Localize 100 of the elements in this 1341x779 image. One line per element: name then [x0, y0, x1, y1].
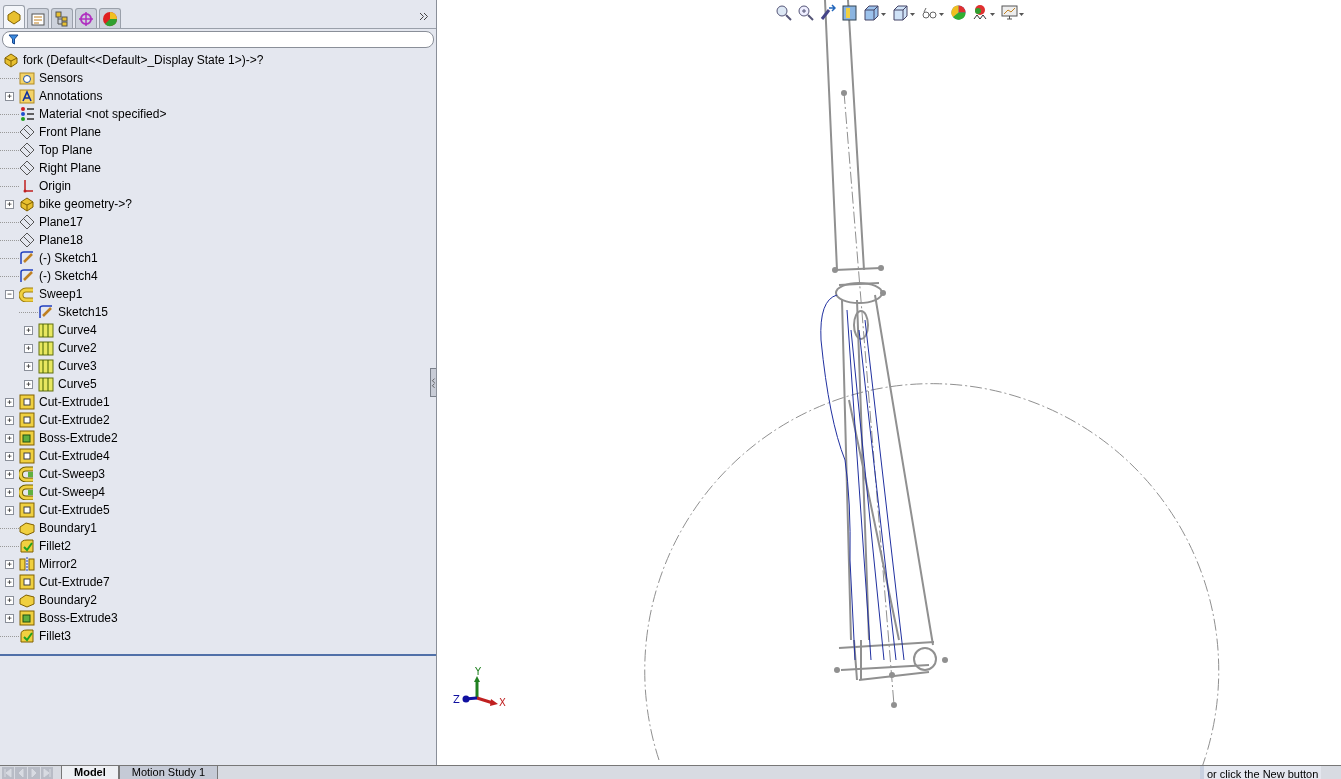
tree-item[interactable]: (-) Sketch1: [39, 251, 98, 265]
tree-item[interactable]: Boss-Extrude3: [39, 611, 118, 625]
tree-item[interactable]: Right Plane: [39, 161, 102, 175]
tree-item[interactable]: Boundary2: [39, 593, 98, 607]
part-icon: [3, 52, 19, 68]
tree-item[interactable]: Fillet2: [39, 539, 71, 553]
tree-item[interactable]: Plane18: [39, 233, 84, 247]
tree-item[interactable]: Sketch15: [58, 305, 109, 319]
tree-item[interactable]: Curve5: [58, 377, 97, 391]
expand-icon[interactable]: [5, 415, 14, 425]
tree-item[interactable]: Cut-Extrude1: [39, 395, 110, 409]
display-style-icon[interactable]: [892, 4, 916, 21]
tree-item[interactable]: Cut-Extrude5: [39, 503, 110, 517]
expand-icon[interactable]: [5, 613, 14, 623]
expand-icon[interactable]: [24, 325, 33, 335]
tree-item[interactable]: (-) Sketch4: [39, 269, 98, 283]
z-axis-label: Z: [453, 694, 460, 705]
sketch-icon: [19, 268, 35, 284]
tree-item[interactable]: Cut-Extrude7: [39, 575, 110, 589]
tree-item[interactable]: Cut-Sweep4: [39, 485, 106, 499]
boss-extrude-icon: [19, 610, 35, 626]
expand-icon[interactable]: [5, 577, 14, 587]
zoom-area-icon[interactable]: [797, 4, 814, 21]
scene-icon[interactable]: [972, 4, 996, 21]
tree-item[interactable]: Boss-Extrude2: [39, 431, 118, 445]
tree-item[interactable]: fork (Default<<Default>_Display State 1>)->?: [23, 53, 264, 67]
view-orientation-icon[interactable]: [863, 4, 887, 21]
tree-item[interactable]: Cut-Sweep3: [39, 467, 106, 481]
cut-extrude-icon: [19, 394, 35, 410]
expand-icon[interactable]: [5, 595, 14, 605]
mirror-icon: [19, 556, 35, 572]
section-view-icon[interactable]: [841, 4, 858, 21]
tree-item[interactable]: Origin: [39, 179, 71, 193]
plane-icon: [19, 124, 35, 140]
cut-extrude-icon: [19, 448, 35, 464]
expand-icon[interactable]: [5, 199, 14, 209]
chevron-icon[interactable]: [419, 11, 429, 21]
cut-extrude-icon: [19, 502, 35, 518]
tree-item[interactable]: Cut-Extrude2: [39, 413, 110, 427]
feature-manager-icon: [6, 9, 22, 25]
expand-icon[interactable]: [5, 469, 14, 479]
panel-tab[interactable]: [99, 8, 121, 28]
tree-item[interactable]: Sweep1: [39, 287, 83, 301]
tooltip-text: or click the New button: [1200, 766, 1322, 779]
zoom-to-fit-icon[interactable]: [775, 4, 792, 21]
curve-icon: [38, 322, 54, 338]
expand-icon[interactable]: [5, 451, 14, 461]
tree-item[interactable]: Fillet3: [39, 629, 71, 643]
filter-icon: [8, 34, 19, 45]
annotations-icon: [19, 88, 35, 104]
filter-field[interactable]: [2, 31, 434, 48]
tree-item[interactable]: Front Plane: [39, 125, 102, 139]
sweep-icon: [19, 286, 35, 302]
configuration-manager-icon: [54, 10, 70, 27]
expand-icon[interactable]: [5, 559, 14, 569]
collapse-icon[interactable]: [5, 289, 14, 299]
fillet-icon: [19, 628, 35, 644]
fillet-icon: [19, 538, 35, 554]
sketch-icon: [38, 304, 54, 320]
tree-item[interactable]: Cut-Extrude4: [39, 449, 110, 463]
bottom-tab[interactable]: Model: [61, 766, 119, 779]
tree-item[interactable]: bike geometry->?: [39, 197, 133, 211]
tree-item[interactable]: Annotations: [39, 89, 103, 103]
tree-item[interactable]: Curve4: [58, 323, 97, 337]
panel-tab[interactable]: [51, 8, 73, 28]
curve-icon: [38, 340, 54, 356]
expand-icon[interactable]: [24, 343, 33, 353]
property-manager-icon: [30, 10, 46, 27]
display-manager-icon: [102, 10, 118, 27]
plane-icon: [19, 142, 35, 158]
panel-tab[interactable]: [27, 8, 49, 28]
expand-icon[interactable]: [5, 505, 14, 515]
expand-icon[interactable]: [24, 379, 33, 389]
appearance-icon[interactable]: [950, 4, 967, 21]
view-settings-icon[interactable]: [1001, 4, 1025, 21]
tree-item[interactable]: Curve3: [58, 359, 97, 373]
expand-icon[interactable]: [5, 91, 14, 101]
bottom-tab[interactable]: Motion Study 1: [118, 766, 219, 779]
expand-icon[interactable]: [5, 487, 14, 497]
cut-sweep-icon: [19, 466, 35, 482]
previous-view-icon[interactable]: [819, 4, 836, 21]
tree-item[interactable]: Material <not specified>: [39, 107, 167, 121]
tree-item[interactable]: Sensors: [39, 71, 84, 85]
panel-tab[interactable]: [3, 5, 25, 28]
x-axis-label: X: [499, 697, 506, 708]
y-axis-label: Y: [475, 666, 482, 677]
tree-item[interactable]: Boundary1: [39, 521, 98, 535]
curve-icon: [38, 376, 54, 392]
boundary-icon: [19, 520, 35, 536]
expand-icon[interactable]: [5, 397, 14, 407]
tree-item[interactable]: Plane17: [39, 215, 84, 229]
collapse-handle-icon[interactable]: [430, 368, 436, 397]
plane-icon: [19, 232, 35, 248]
tree-item[interactable]: Mirror2: [39, 557, 77, 571]
tree-item[interactable]: Curve2: [58, 341, 97, 355]
expand-icon[interactable]: [5, 433, 14, 443]
cut-extrude-icon: [19, 574, 35, 590]
expand-icon[interactable]: [24, 361, 33, 371]
panel-tab[interactable]: [75, 8, 97, 28]
tree-item[interactable]: Top Plane: [39, 143, 93, 157]
